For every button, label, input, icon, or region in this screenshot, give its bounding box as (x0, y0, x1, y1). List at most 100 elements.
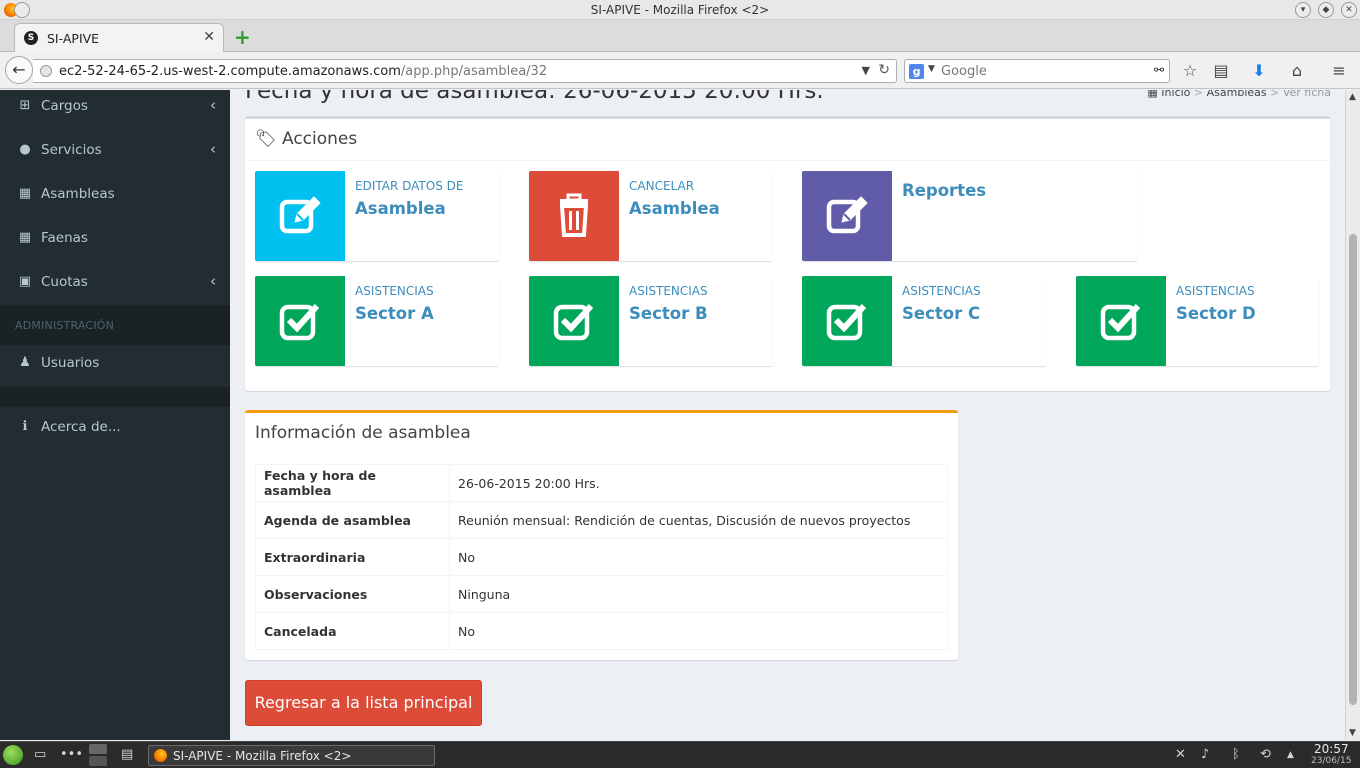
attendance-sector-c-card[interactable]: Asistencias Sector C (802, 276, 1046, 366)
breadcrumb-inicio[interactable]: Inicio (1161, 90, 1190, 99)
workspace-1-icon[interactable] (89, 744, 107, 754)
tray-expand-icon[interactable]: ▲ (1287, 750, 1294, 760)
assembly-info-title: Información de asamblea (255, 423, 471, 443)
sector-b-top: Asistencias (629, 284, 708, 298)
tab-si-apive[interactable]: S SI-APIVE ✕ (14, 23, 224, 52)
assembly-info-box: Información de asamblea Fecha y hora de … (245, 410, 958, 660)
sector-d-top: Asistencias (1176, 284, 1255, 298)
row-key: Agenda de asamblea (255, 501, 450, 539)
table-row: Extraordinaria No (255, 538, 948, 576)
maximize-button[interactable]: ◆ (1318, 2, 1334, 18)
row-key: Fecha y hora de asamblea (255, 464, 450, 502)
sitemap-icon: ⊞ (19, 98, 31, 113)
vertical-scrollbar[interactable]: ▲ ▼ (1345, 90, 1360, 740)
sidebar-divider (0, 387, 230, 407)
window-list-icon[interactable]: ▤ (121, 747, 133, 762)
reports-label: Reportes (902, 181, 987, 200)
edit-icon (802, 171, 892, 261)
sidebar-item-cuotas[interactable]: ▣ Cuotas ‹ (0, 262, 230, 306)
new-tab-button[interactable]: + (234, 25, 251, 49)
attendance-sector-d-card[interactable]: Asistencias Sector D (1076, 276, 1319, 366)
sidebar-header-admin: ADMINISTRACIÓN (0, 305, 230, 345)
attendance-sector-b-card[interactable]: Asistencias Sector B (529, 276, 772, 366)
google-icon[interactable]: g (909, 64, 924, 79)
sidebar-item-usuarios[interactable]: ♟ Usuarios (0, 343, 230, 387)
info-icon: ℹ (22, 419, 28, 434)
chevron-left-icon: ‹ (210, 272, 216, 290)
row-value: No (449, 612, 948, 650)
url-path: /app.php/asamblea/32 (400, 64, 548, 79)
money-icon: ▣ (18, 274, 32, 289)
table-row: Agenda de asamblea Reunión mensual: Rend… (255, 501, 948, 539)
row-key: Observaciones (255, 575, 450, 613)
cancel-assembly-top: Cancelar (629, 179, 695, 193)
reports-card[interactable]: Reportes (802, 171, 1137, 261)
calendar-icon: ▦ (18, 186, 32, 201)
history-dropdown-icon[interactable]: ▼ (862, 64, 870, 77)
edit-assembly-card[interactable]: Editar datos de Asamblea (255, 171, 499, 261)
show-desktop-icon[interactable]: ▭ (34, 747, 46, 762)
url-bar[interactable]: ec2-52-24-65-2.us-west-2.compute.amazona… (33, 59, 897, 83)
reload-icon[interactable]: ↻ (878, 62, 890, 78)
bluetooth-icon[interactable]: ᛒ (1232, 747, 1240, 762)
search-engine-dropdown-icon[interactable]: ▼ (928, 64, 935, 74)
sidebar-item-label: Usuarios (41, 355, 100, 371)
more-icon[interactable]: ••• (60, 747, 83, 762)
scroll-down-icon[interactable]: ▼ (1349, 728, 1356, 738)
home-icon[interactable]: ⌂ (1287, 62, 1307, 82)
page-title: Fecha y hora de asamblea: 26-06-2015 20:… (245, 90, 824, 104)
reading-list-icon[interactable]: ▤ (1211, 62, 1231, 82)
menu-icon[interactable]: ≡ (1329, 62, 1349, 82)
sync-icon[interactable]: ⟲ (1260, 747, 1271, 762)
sector-c-top: Asistencias (902, 284, 981, 298)
search-bar[interactable]: g ▼ ⚯ (904, 59, 1170, 83)
workspace-2-icon[interactable] (89, 756, 107, 766)
breadcrumb-separator: > (1270, 90, 1283, 99)
cancel-assembly-card[interactable]: Cancelar Asamblea (529, 171, 772, 261)
sidebar-item-acerca[interactable]: ℹ Acerca de... (0, 407, 230, 451)
row-value: No (449, 538, 948, 576)
download-icon[interactable]: ⬇ (1249, 62, 1269, 82)
table-row: Cancelada No (255, 612, 948, 650)
scrollbar-thumb[interactable] (1349, 234, 1357, 705)
sidebar-item-faenas[interactable]: ▦ Faenas (0, 218, 230, 262)
sector-a-top: Asistencias (355, 284, 434, 298)
clock-time[interactable]: 20:57 (1314, 742, 1349, 756)
sidebar-item-servicios[interactable]: ● Servicios ‹ (0, 130, 230, 174)
attendance-sector-a-card[interactable]: Asistencias Sector A (255, 276, 499, 366)
sidebar: ⊞ Cargos ‹ ● Servicios ‹ ▦ Asambleas ▦ F… (0, 90, 230, 740)
tint-icon: ● (19, 142, 31, 157)
network-icon[interactable]: ✕ (1175, 747, 1186, 762)
close-tab-icon[interactable]: ✕ (203, 29, 215, 45)
minimize-button[interactable]: ▾ (1295, 2, 1311, 18)
row-key: Cancelada (255, 612, 450, 650)
main-content: Fecha y hora de asamblea: 26-06-2015 20:… (230, 90, 1345, 740)
dashboard-icon: ▦ (1147, 90, 1162, 99)
window-titlebar: SI-APIVE - Mozilla Firefox <2> ▾ ◆ ✕ (0, 0, 1360, 20)
bookmark-star-icon[interactable]: ☆ (1180, 62, 1200, 82)
volume-icon[interactable]: ♪ (1201, 747, 1209, 762)
scroll-up-icon[interactable]: ▲ (1349, 92, 1356, 102)
breadcrumb-asambleas[interactable]: Asambleas (1207, 90, 1267, 99)
sidebar-item-asambleas[interactable]: ▦ Asambleas (0, 174, 230, 218)
start-menu-icon[interactable] (3, 745, 23, 765)
sidebar-item-label: Servicios (41, 142, 102, 158)
row-key: Extraordinaria (255, 538, 450, 576)
sidebar-item-cargos[interactable]: ⊞ Cargos ‹ (0, 86, 230, 130)
tab-strip: S SI-APIVE ✕ + (0, 20, 1360, 52)
firefox-icon (154, 749, 167, 762)
url-text[interactable]: ec2-52-24-65-2.us-west-2.compute.amazona… (59, 64, 547, 79)
search-input[interactable] (941, 62, 1141, 80)
sector-b-label: Sector B (629, 304, 708, 323)
sidebar-item-label: Asambleas (41, 186, 115, 202)
globe-icon (40, 65, 52, 77)
check-square-icon (255, 276, 345, 366)
binoculars-icon[interactable]: ⚯ (1154, 63, 1164, 77)
back-to-list-button[interactable]: Regresar a la lista principal (245, 680, 482, 726)
sidebar-header-label: ADMINISTRACIÓN (15, 319, 115, 332)
check-square-icon (529, 276, 619, 366)
close-window-button[interactable]: ✕ (1341, 2, 1357, 18)
back-button[interactable]: ← (5, 56, 33, 84)
taskbar-firefox-task[interactable]: SI-APIVE - Mozilla Firefox <2> (148, 745, 435, 766)
url-host: ec2-52-24-65-2.us-west-2.compute.amazona… (59, 64, 401, 79)
